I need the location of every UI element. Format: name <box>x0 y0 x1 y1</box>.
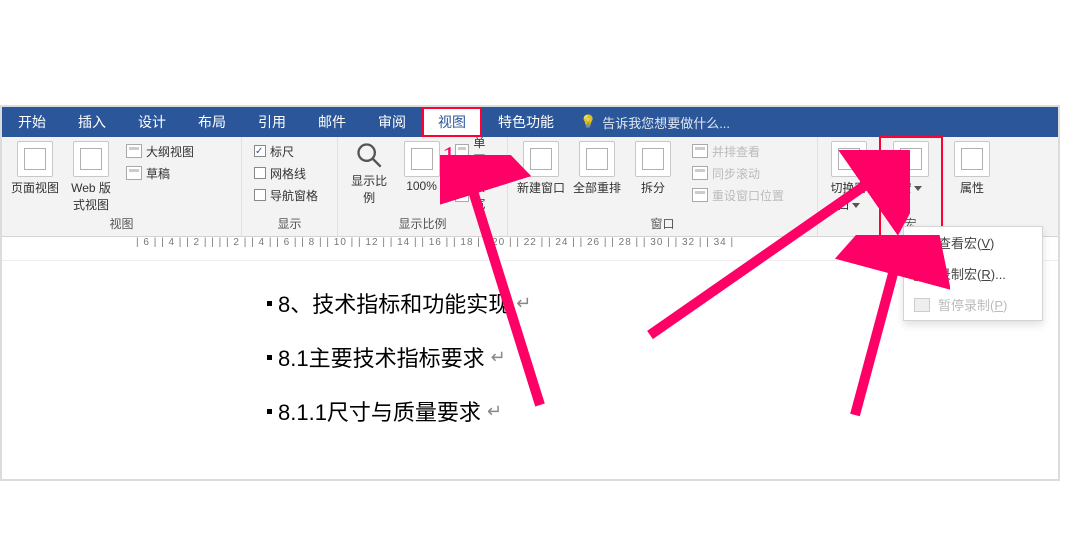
checkbox-checked-icon <box>254 145 266 157</box>
annotation-number-2: 2 <box>890 175 904 207</box>
new-window-icon <box>523 141 559 177</box>
heading-2: 8.1主要技术指标要求 <box>278 341 485 373</box>
ribbon-tab-bar: 开始 插入 设计 布局 引用 邮件 审阅 视图 特色功能 💡 告诉我您想要做什么… <box>2 107 1058 137</box>
one-page-icon <box>455 144 470 158</box>
arrange-all-icon <box>579 141 615 177</box>
side-by-side-icon <box>692 144 708 158</box>
zoom-label: 显示比例 <box>346 172 392 206</box>
checkbox-icon <box>254 167 266 179</box>
switch-windows-icon <box>831 141 867 177</box>
view-macros-icon <box>914 236 930 250</box>
tab-layout[interactable]: 布局 <box>182 107 242 137</box>
heading-3: 8.1.1尺寸与质量要求 <box>278 395 481 427</box>
tab-special[interactable]: 特色功能 <box>482 107 570 137</box>
draft-label: 草稿 <box>146 165 170 182</box>
split-icon <box>635 141 671 177</box>
checkbox-icon <box>254 189 266 201</box>
tab-design[interactable]: 设计 <box>122 107 182 137</box>
zoom-button[interactable]: 显示比例 <box>346 141 392 206</box>
reset-pos-button: 重设窗口位置 <box>688 185 788 205</box>
tell-me-text: 告诉我您想要做什么... <box>602 113 730 132</box>
reset-pos-icon <box>692 188 708 202</box>
multi-page-icon <box>455 166 470 180</box>
zoom-100-label: 100% <box>398 179 444 193</box>
tab-review[interactable]: 审阅 <box>362 107 422 137</box>
new-window-button[interactable]: 新建窗口 <box>516 141 566 196</box>
gridlines-checkbox[interactable]: 网格线 <box>250 163 322 183</box>
tab-insert[interactable]: 插入 <box>62 107 122 137</box>
print-layout-icon <box>17 141 53 177</box>
draft-view-button[interactable]: 草稿 <box>122 163 198 183</box>
side-by-side-button: 并排查看 <box>688 141 788 161</box>
window-group-label: 窗口 <box>516 213 809 236</box>
show-group-label: 显示 <box>250 213 329 236</box>
outline-label: 大纲视图 <box>146 143 194 160</box>
paragraph-mark-icon: ↵ <box>487 401 502 422</box>
dropdown-icon <box>914 186 922 191</box>
zoom-100-icon <box>404 141 440 177</box>
page-width-icon <box>455 188 470 202</box>
paragraph-mark-icon: ↵ <box>491 347 506 368</box>
tab-home[interactable]: 开始 <box>2 107 62 137</box>
pause-icon <box>914 298 930 312</box>
switch-windows-button[interactable]: 切换窗口 <box>826 141 871 213</box>
zoom-100-button[interactable]: 100% <box>398 141 444 193</box>
macros-dropdown-menu: 查看宏(V) 录制宏(R)... 暂停录制(P) <box>903 226 1043 321</box>
bullet-icon <box>267 355 272 360</box>
tab-mailings[interactable]: 邮件 <box>302 107 362 137</box>
bullet-icon <box>267 301 272 306</box>
heading-1: 8、技术指标和功能实现 <box>278 287 510 319</box>
tab-view[interactable]: 视图 <box>422 107 482 137</box>
print-layout-button[interactable]: 页面视图 <box>10 141 60 196</box>
paragraph-mark-icon: ↵ <box>516 293 531 314</box>
tell-me-search[interactable]: 💡 告诉我您想要做什么... <box>570 113 740 132</box>
magnifier-icon <box>355 141 383 169</box>
document-page: 8、技术指标和功能实现 ↵ 8.1主要技术指标要求 ↵ 8.1.1尺寸与质量要求 ↵ <box>2 261 1058 479</box>
properties-button[interactable]: 属性 <box>950 141 994 196</box>
lightbulb-icon: 💡 <box>580 114 596 130</box>
annotation-number-3: 3 <box>886 232 900 264</box>
pause-recording-item: 暂停录制(P) <box>904 289 1042 320</box>
dropdown-icon <box>852 203 860 208</box>
nav-pane-checkbox[interactable]: 导航窗格 <box>250 185 322 205</box>
sync-scroll-button: 同步滚动 <box>688 163 788 183</box>
split-button[interactable]: 拆分 <box>628 141 678 196</box>
zoom-group-label: 显示比例 <box>346 213 499 236</box>
properties-icon <box>954 141 990 177</box>
views-group-label: 视图 <box>10 213 233 236</box>
sync-scroll-icon <box>692 166 708 180</box>
web-layout-button[interactable]: Web 版式视图 <box>66 141 116 213</box>
record-macro-item[interactable]: 录制宏(R)... <box>904 258 1042 289</box>
web-layout-label: Web 版式视图 <box>66 179 116 213</box>
ruler-checkbox[interactable]: 标尺 <box>250 141 322 161</box>
view-macros-item[interactable]: 查看宏(V) <box>904 227 1042 258</box>
annotation-number-1: 1 <box>442 142 456 174</box>
macros-icon <box>893 141 929 177</box>
record-macro-icon <box>914 267 930 281</box>
arrange-all-button[interactable]: 全部重排 <box>572 141 622 196</box>
page-width-button[interactable]: 页宽 <box>451 185 499 205</box>
bullet-icon <box>267 409 272 414</box>
print-layout-label: 页面视图 <box>10 179 60 196</box>
outline-icon <box>126 144 142 158</box>
outline-view-button[interactable]: 大纲视图 <box>122 141 198 161</box>
draft-icon <box>126 166 142 180</box>
tab-references[interactable]: 引用 <box>242 107 302 137</box>
web-layout-icon <box>73 141 109 177</box>
